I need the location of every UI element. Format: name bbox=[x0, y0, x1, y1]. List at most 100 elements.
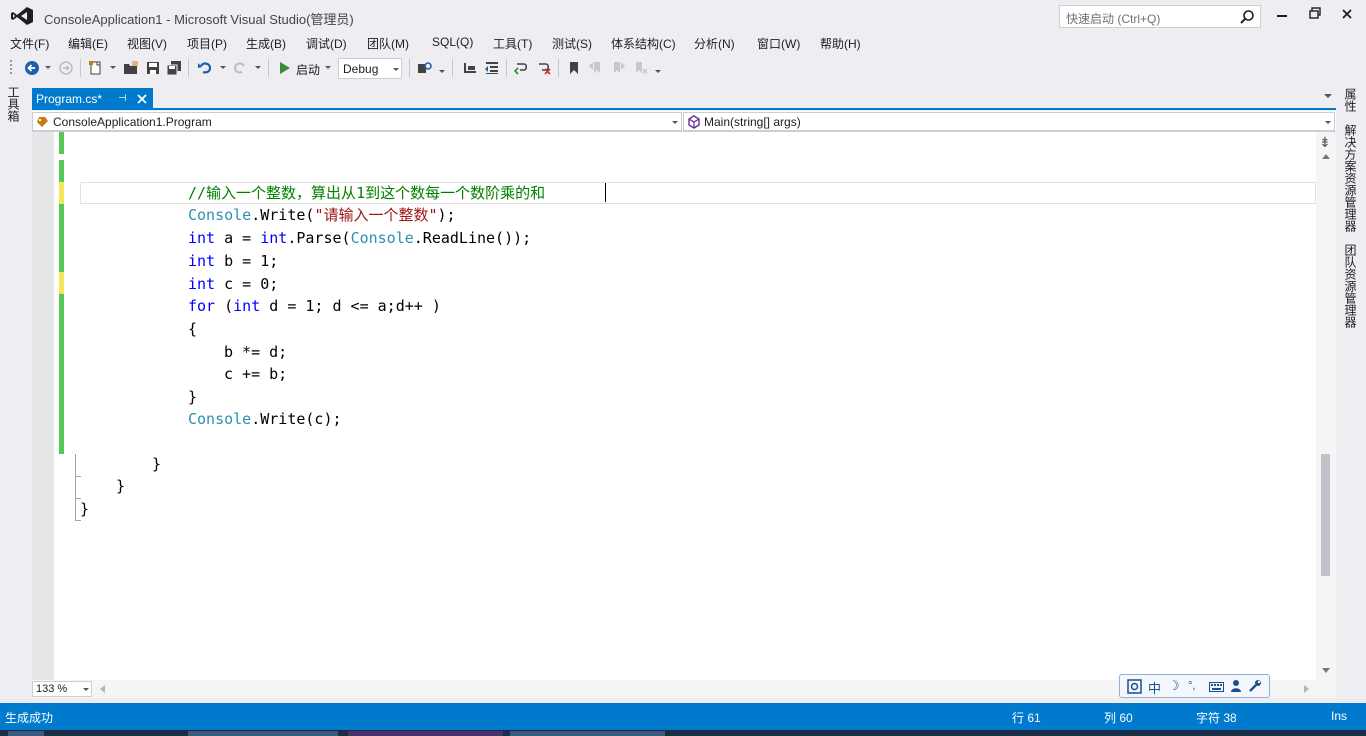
scroll-up-icon[interactable] bbox=[1322, 154, 1330, 159]
ime-chinese-mode[interactable]: 中 bbox=[1148, 678, 1161, 697]
toolbar-overflow-icon[interactable] bbox=[439, 70, 445, 73]
decrease-indent-icon[interactable] bbox=[484, 60, 500, 76]
navigate-back-dropdown-icon[interactable] bbox=[45, 66, 51, 69]
settings-wrench-icon[interactable] bbox=[1248, 679, 1262, 693]
undo-icon[interactable] bbox=[197, 60, 213, 76]
toolbar-separator bbox=[188, 59, 189, 77]
taskbar-button-visual-studio[interactable] bbox=[348, 731, 503, 736]
window-title: ConsoleApplication1 - Microsoft Visual S… bbox=[44, 12, 354, 27]
document-tab-strip: Program.cs* ⊣ bbox=[32, 88, 1336, 110]
vertical-scrollbar[interactable]: ⇟ bbox=[1316, 132, 1336, 680]
redo-icon[interactable] bbox=[232, 60, 248, 76]
scroll-right-icon[interactable] bbox=[1304, 685, 1309, 693]
toolbar-separator bbox=[558, 59, 559, 77]
quick-launch-placeholder: 快速启动 (Ctrl+Q) bbox=[1066, 12, 1161, 26]
solution-configuration-select[interactable]: Debug bbox=[338, 58, 402, 79]
team-explorer-tab[interactable]: 团队资源管理器 bbox=[1342, 244, 1359, 328]
taskbar-button[interactable] bbox=[510, 731, 665, 736]
zoom-level-select[interactable]: 133 % bbox=[32, 681, 92, 697]
toolbar-overflow-icon[interactable] bbox=[655, 70, 661, 73]
code-text-area[interactable]: //输入一个整数，算出从1到这个数每一个数阶乘的和 Console.Write(… bbox=[32, 132, 1316, 680]
uncomment-icon[interactable] bbox=[536, 60, 552, 76]
windows-taskbar bbox=[0, 730, 1366, 736]
save-all-icon[interactable] bbox=[166, 60, 182, 76]
menu-architecture[interactable]: 体系结构(C) bbox=[611, 35, 676, 52]
code-line-close-brace: } bbox=[188, 388, 198, 406]
solution-configurations-icon[interactable] bbox=[462, 60, 478, 76]
comment-out-icon[interactable] bbox=[514, 60, 530, 76]
restore-icon bbox=[1309, 7, 1321, 19]
bookmark-icon[interactable] bbox=[566, 60, 582, 76]
find-in-files-icon[interactable] bbox=[417, 60, 433, 76]
start-debugging-icon[interactable] bbox=[277, 60, 293, 76]
menu-window[interactable]: 窗口(W) bbox=[757, 35, 800, 52]
scroll-down-icon[interactable] bbox=[1322, 668, 1330, 673]
member-selector-value: Main(string[] args) bbox=[704, 115, 801, 129]
half-width-moon-icon[interactable]: ☽ bbox=[1168, 678, 1180, 694]
punctuation-icon[interactable]: °, bbox=[1188, 680, 1195, 692]
type-selector-value: ConsoleApplication1.Program bbox=[53, 115, 212, 129]
code-line-write-prompt: Console.Write("请输入一个整数"); bbox=[188, 206, 456, 224]
restore-button[interactable] bbox=[1305, 6, 1325, 24]
code-line-decl-c: int c = 0; bbox=[188, 275, 279, 293]
new-project-icon[interactable] bbox=[88, 60, 104, 76]
new-project-dropdown-icon[interactable] bbox=[110, 66, 116, 69]
menu-build[interactable]: 生成(B) bbox=[246, 35, 286, 52]
pin-tab-icon[interactable]: ⊣ bbox=[118, 93, 127, 104]
redo-dropdown-icon[interactable] bbox=[255, 66, 261, 69]
member-selector[interactable]: Main(string[] args) bbox=[683, 112, 1335, 131]
solution-explorer-tab[interactable]: 解决方案资源管理器 bbox=[1342, 124, 1359, 232]
toolbar-separator bbox=[409, 59, 410, 77]
toolbox-tab[interactable]: 工具箱 bbox=[5, 86, 25, 134]
menu-edit[interactable]: 编辑(E) bbox=[68, 35, 108, 52]
code-line-open-brace: { bbox=[188, 320, 198, 338]
start-dropdown-icon[interactable] bbox=[325, 66, 331, 69]
minimize-button[interactable] bbox=[1272, 6, 1292, 24]
properties-tab[interactable]: 属性 bbox=[1342, 88, 1359, 112]
toolbar-separator bbox=[506, 59, 507, 77]
save-icon[interactable] bbox=[145, 60, 161, 76]
quick-launch-input[interactable]: 快速启动 (Ctrl+Q) bbox=[1059, 5, 1261, 28]
search-icon bbox=[1240, 10, 1254, 24]
navigate-back-icon[interactable] bbox=[24, 60, 40, 76]
code-editor[interactable]: //输入一个整数，算出从1到这个数每一个数阶乘的和 Console.Write(… bbox=[32, 132, 1336, 680]
start-orb[interactable] bbox=[8, 731, 44, 736]
menu-sql[interactable]: SQL(Q) bbox=[432, 35, 473, 49]
type-selector[interactable]: ConsoleApplication1.Program bbox=[32, 112, 682, 131]
code-line-close-method: } bbox=[152, 455, 162, 473]
clear-bookmarks-icon[interactable] bbox=[632, 60, 648, 76]
ime-language-bar[interactable]: 中 ☽ °, bbox=[1119, 674, 1270, 698]
soft-keyboard-icon[interactable] bbox=[1209, 682, 1224, 692]
method-icon bbox=[688, 115, 700, 129]
undo-dropdown-icon[interactable] bbox=[220, 66, 226, 69]
split-window-icon[interactable]: ⇟ bbox=[1319, 134, 1331, 151]
vertical-scroll-thumb[interactable] bbox=[1321, 454, 1330, 576]
next-bookmark-icon[interactable] bbox=[610, 60, 626, 76]
taskbar-button[interactable] bbox=[188, 731, 338, 736]
menu-view[interactable]: 视图(V) bbox=[127, 35, 167, 52]
tab-program-cs[interactable]: Program.cs* ⊣ bbox=[32, 88, 153, 110]
code-line-decl-b: int b = 1; bbox=[188, 252, 279, 270]
toolbar-grip-icon bbox=[10, 60, 12, 74]
menu-debug[interactable]: 调试(D) bbox=[306, 35, 347, 52]
menu-file[interactable]: 文件(F) bbox=[10, 35, 49, 52]
close-tab-icon[interactable] bbox=[136, 93, 148, 105]
previous-bookmark-icon[interactable] bbox=[588, 60, 604, 76]
ime-logo-icon[interactable] bbox=[1127, 679, 1142, 694]
standard-toolbar: 启动 Debug bbox=[0, 55, 1366, 81]
menu-tools[interactable]: 工具(T) bbox=[493, 35, 532, 52]
menu-help[interactable]: 帮助(H) bbox=[820, 35, 861, 52]
close-window-button[interactable] bbox=[1337, 6, 1357, 24]
menu-team[interactable]: 团队(M) bbox=[367, 35, 409, 52]
scroll-left-icon[interactable] bbox=[100, 685, 105, 693]
chevron-down-icon bbox=[1325, 121, 1331, 124]
tab-overflow-icon[interactable] bbox=[1324, 94, 1332, 98]
navigate-forward-icon[interactable] bbox=[58, 60, 74, 76]
menu-test[interactable]: 测试(S) bbox=[552, 35, 592, 52]
start-button-label[interactable]: 启动 bbox=[296, 61, 320, 78]
menu-project[interactable]: 项目(P) bbox=[187, 35, 227, 52]
code-line-body-1: b *= d; bbox=[224, 343, 288, 361]
user-icon[interactable] bbox=[1230, 679, 1242, 693]
open-file-icon[interactable] bbox=[123, 60, 139, 76]
menu-analyze[interactable]: 分析(N) bbox=[694, 35, 735, 52]
